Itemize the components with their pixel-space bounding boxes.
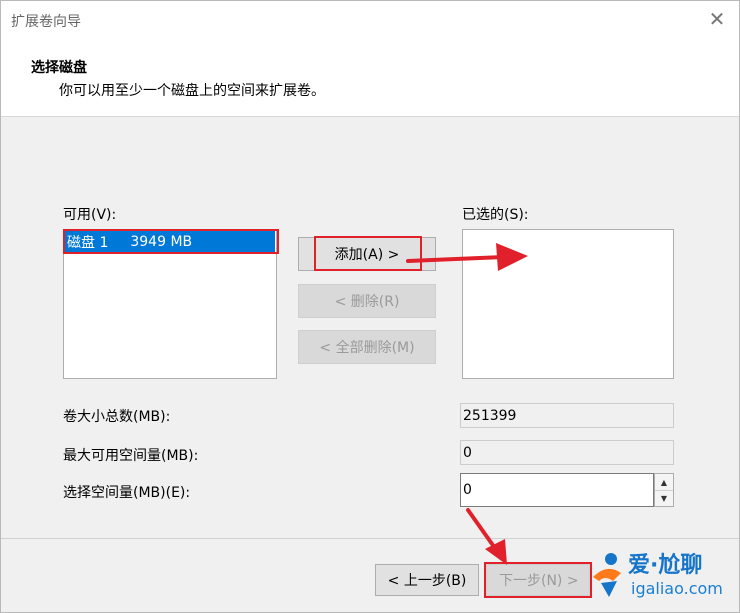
next-button[interactable]: 下一步(N) >	[486, 564, 590, 596]
select-space-value: 0	[463, 482, 472, 498]
wizard-header: 选择磁盘 你可以用至少一个磁盘上的空间来扩展卷。	[1, 37, 739, 117]
total-size-value: 251399	[463, 407, 517, 424]
total-size-field: 251399	[460, 403, 674, 428]
max-space-value: 0	[463, 444, 472, 461]
list-item[interactable]: 磁盘 1 3949 MB	[65, 231, 275, 253]
spin-down-icon[interactable]: ▼	[655, 490, 673, 506]
spin-up-icon[interactable]: ▲	[655, 474, 673, 490]
disk-size: 3949 MB	[130, 234, 193, 250]
remove-button[interactable]: < 删除(R)	[298, 284, 436, 318]
available-list-label: 可用(V):	[63, 207, 117, 223]
add-button[interactable]: 添加(A) >	[298, 237, 436, 271]
watermark-figure-icon	[593, 553, 621, 597]
title-bar: 扩展卷向导 ✕	[1, 1, 739, 37]
page-title: 选择磁盘	[31, 60, 87, 76]
back-button[interactable]: < 上一步(B)	[375, 564, 479, 596]
disk-name: 磁盘 1	[67, 235, 109, 251]
available-disks-list[interactable]: 磁盘 1 3949 MB	[63, 229, 277, 379]
extend-volume-wizard-window: 扩展卷向导 ✕ 选择磁盘 你可以用至少一个磁盘上的空间来扩展卷。 可用(V): …	[0, 0, 740, 613]
close-icon: ✕	[708, 7, 726, 31]
watermark-url: igaliao.com	[631, 579, 723, 598]
select-space-spinner[interactable]: ▲ ▼	[654, 473, 674, 507]
select-space-input[interactable]: 0	[460, 473, 654, 507]
total-size-label: 卷大小总数(MB):	[63, 409, 171, 425]
remove-all-button[interactable]: < 全部删除(M)	[298, 330, 436, 364]
close-button[interactable]: ✕	[703, 7, 731, 31]
select-space-label: 选择空间量(MB)(E):	[63, 485, 191, 501]
selected-list-label: 已选的(S):	[462, 207, 529, 223]
window-title: 扩展卷向导	[11, 14, 81, 30]
watermark-title: 爱·尬聊	[628, 553, 703, 578]
selected-disks-list[interactable]	[462, 229, 674, 379]
max-space-label: 最大可用空间量(MB):	[63, 448, 199, 464]
page-subtitle: 你可以用至少一个磁盘上的空间来扩展卷。	[59, 83, 325, 99]
watermark-logo: 爱·尬聊 igaliao.com	[583, 541, 739, 613]
max-space-field: 0	[460, 440, 674, 465]
footer-divider	[1, 538, 739, 539]
